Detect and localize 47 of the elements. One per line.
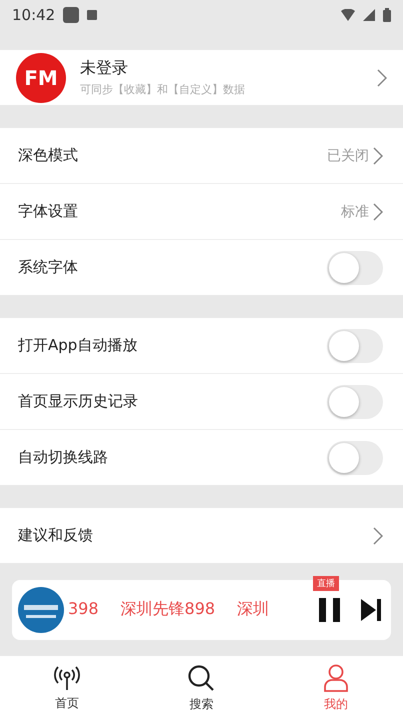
person-icon: [322, 664, 349, 692]
tab-button[interactable]: 搜索: [134, 656, 269, 720]
setting-value: 已关闭: [327, 146, 369, 164]
station-name: 深圳先锋898: [120, 599, 216, 620]
tab-button[interactable]: 我的: [268, 656, 403, 720]
signal-icon: [363, 9, 375, 21]
setting-label: 建议和反馈: [18, 526, 94, 545]
settings-row[interactable]: 首页显示历史记录: [0, 374, 403, 430]
app-icon: [63, 7, 80, 23]
setting-label: 系统字体: [18, 258, 79, 277]
chevron-icon: [373, 146, 383, 164]
wifi-icon: [341, 9, 355, 21]
sync-hint: 可同步【收藏】和【自定义】数据: [80, 82, 246, 97]
chevron-icon: [373, 202, 383, 220]
toggle-switch[interactable]: [327, 328, 383, 362]
setting-label: 首页显示历史记录: [18, 392, 139, 411]
next-button[interactable]: [361, 598, 381, 620]
setting-label: 打开App自动播放: [18, 336, 138, 355]
setting-value: 标准: [341, 202, 369, 220]
fm-logo: FM: [16, 52, 66, 102]
profile-card[interactable]: FM 未登录 可同步【收藏】和【自定义】数据: [0, 50, 403, 105]
station-logo-icon: [18, 586, 64, 632]
toggle-switch[interactable]: [327, 250, 383, 284]
toggle-switch[interactable]: [327, 384, 383, 418]
notification-icon: [87, 10, 98, 20]
battery-icon: [383, 8, 391, 22]
radio-icon: [53, 664, 82, 690]
settings-row[interactable]: 深色模式 已关闭: [0, 128, 403, 184]
live-badge: 直播: [313, 576, 339, 590]
status-time: 10:42: [12, 6, 56, 24]
login-status: 未登录: [80, 58, 129, 79]
station-name: 深圳: [237, 599, 270, 620]
settings-row[interactable]: 打开App自动播放: [0, 318, 403, 374]
search-icon: [187, 664, 216, 692]
chevron-icon: [373, 526, 383, 544]
tab-button[interactable]: 首页: [0, 656, 134, 720]
pause-button[interactable]: [319, 598, 341, 622]
chevron-icon: [377, 68, 387, 86]
settings-row[interactable]: 系统字体: [0, 240, 403, 295]
settings-row[interactable]: 字体设置 标准: [0, 184, 403, 240]
setting-label: 自动切换线路: [18, 448, 109, 467]
settings-row[interactable]: 建议和反馈: [0, 508, 403, 563]
setting-label: 字体设置: [18, 202, 79, 221]
setting-label: 深色模式: [18, 146, 79, 165]
station-name: 398: [68, 599, 99, 620]
toggle-switch[interactable]: [327, 440, 383, 474]
settings-row[interactable]: 自动切换线路: [0, 430, 403, 485]
